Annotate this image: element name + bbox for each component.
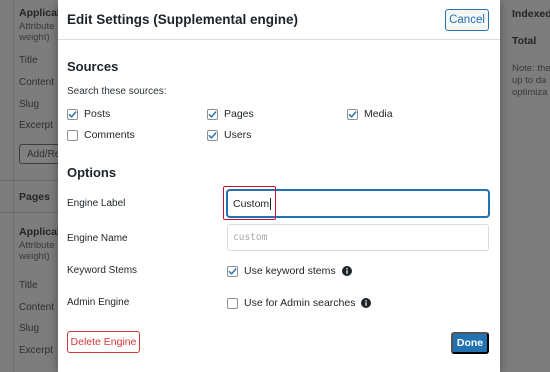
bg-divider bbox=[0, 212, 60, 213]
checkmark-icon bbox=[68, 110, 77, 118]
admin-engine-checkbox-label: Use for Admin searches bbox=[244, 297, 356, 309]
admin-engine-label: Admin Engine bbox=[67, 297, 130, 308]
bg-attribute-line: Attribute bbox=[19, 21, 55, 32]
bg-attribute-line: weight) bbox=[19, 32, 50, 43]
bg-applicable-heading: Applicab bbox=[19, 7, 64, 19]
sources-heading: Sources bbox=[67, 59, 119, 74]
edit-settings-modal: Edit Settings (Supplemental engine) Canc… bbox=[58, 0, 500, 372]
source-users[interactable]: Users bbox=[207, 129, 251, 141]
keyword-stems-label: Keyword Stems bbox=[67, 265, 138, 276]
bg-item: Excerpt bbox=[19, 345, 53, 356]
bg-item: Title bbox=[19, 280, 38, 291]
source-posts[interactable]: Posts bbox=[67, 108, 110, 120]
bg-pages-heading: Pages bbox=[19, 191, 50, 203]
bg-note-line: optimiza bbox=[512, 87, 548, 98]
bg-applicable-heading: Applicab bbox=[19, 226, 64, 238]
bg-note-line: Note: the bbox=[512, 63, 550, 74]
source-label: Users bbox=[224, 129, 252, 141]
source-label: Pages bbox=[224, 108, 254, 120]
engine-name-label: Engine Name bbox=[67, 233, 128, 244]
checkmark-icon bbox=[228, 267, 237, 275]
sources-subtitle: Search these sources: bbox=[67, 86, 167, 97]
bg-note-line: up to da bbox=[512, 75, 547, 86]
bg-item: Excerpt bbox=[19, 120, 53, 131]
keyword-stems-option[interactable]: Use keyword stems bbox=[227, 265, 352, 277]
done-button[interactable]: Done bbox=[451, 332, 489, 354]
checkmark-icon bbox=[208, 131, 217, 139]
checkbox-pages[interactable] bbox=[207, 108, 218, 120]
checkbox-users[interactable] bbox=[207, 129, 218, 141]
source-pages[interactable]: Pages bbox=[207, 108, 254, 120]
checkbox-keyword-stems[interactable] bbox=[227, 265, 238, 277]
bg-item: Content bbox=[19, 77, 55, 88]
checkmark-icon bbox=[208, 110, 217, 118]
checkbox-comments[interactable] bbox=[67, 129, 78, 141]
source-label: Media bbox=[364, 108, 393, 120]
info-icon[interactable] bbox=[341, 266, 352, 276]
admin-engine-option[interactable]: Use for Admin searches bbox=[227, 297, 372, 309]
engine-label-label: Engine Label bbox=[67, 198, 126, 209]
checkbox-admin-engine[interactable] bbox=[227, 297, 238, 309]
checkmark-icon bbox=[348, 110, 357, 118]
info-icon[interactable] bbox=[361, 298, 372, 308]
delete-engine-button[interactable]: Delete Engine bbox=[67, 331, 140, 353]
bg-item: Slug bbox=[19, 99, 40, 110]
bg-item: Content bbox=[19, 302, 55, 313]
checkbox-posts[interactable] bbox=[67, 108, 78, 120]
highlight-box bbox=[223, 186, 276, 220]
source-media[interactable]: Media bbox=[347, 108, 393, 120]
cancel-button[interactable]: Cancel bbox=[445, 9, 489, 31]
modal-title: Edit Settings (Supplemental engine) bbox=[67, 12, 299, 27]
bg-indexed-label: Indexed bbox=[512, 8, 550, 20]
bg-item: Title bbox=[19, 55, 38, 66]
checkbox-media[interactable] bbox=[347, 108, 358, 120]
bg-item: Slug bbox=[19, 323, 40, 334]
engine-name-input[interactable]: custom bbox=[227, 224, 489, 251]
background-divider bbox=[13, 0, 14, 372]
modal-header: Edit Settings (Supplemental engine) Canc… bbox=[58, 0, 500, 40]
options-heading: Options bbox=[67, 165, 117, 180]
bg-divider bbox=[0, 180, 60, 181]
bg-attribute-line: Attribute bbox=[19, 240, 55, 251]
bg-total-label: Total bbox=[512, 35, 537, 47]
source-comments[interactable]: Comments bbox=[67, 129, 135, 141]
keyword-stems-checkbox-label: Use keyword stems bbox=[244, 265, 336, 277]
source-label: Posts bbox=[84, 108, 111, 120]
source-label: Comments bbox=[84, 129, 135, 141]
engine-name-placeholder: custom bbox=[233, 232, 268, 243]
bg-attribute-line: weight) bbox=[19, 251, 50, 262]
